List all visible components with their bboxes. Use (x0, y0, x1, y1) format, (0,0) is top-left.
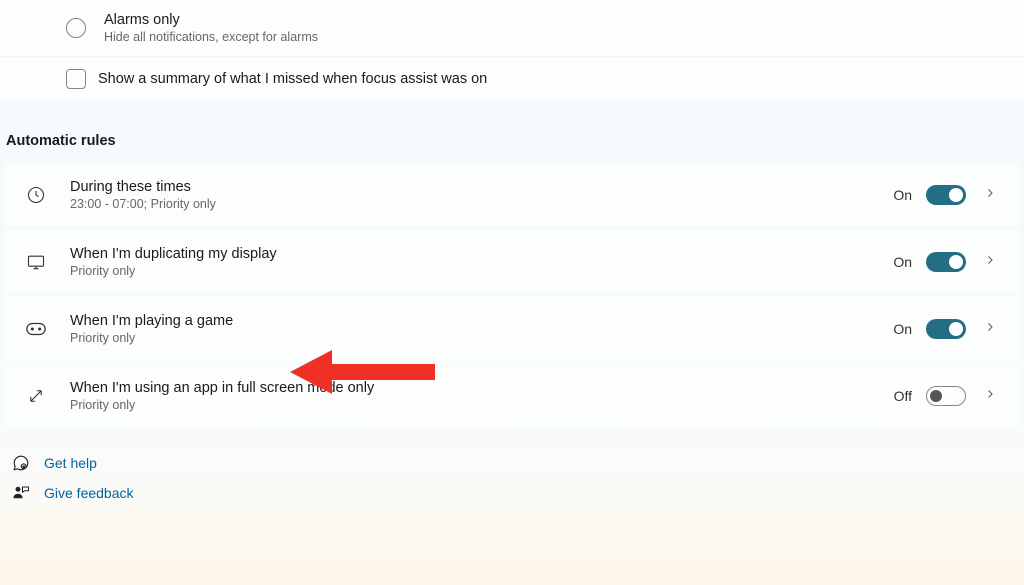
toggle-switch[interactable] (926, 386, 966, 406)
chevron-right-icon[interactable] (980, 253, 1000, 271)
rule-sub: 23:00 - 07:00; Priority only (70, 197, 893, 211)
rule-title: During these times (70, 179, 893, 195)
rule-fullscreen-app[interactable]: When I'm using an app in full screen mod… (4, 364, 1020, 428)
radio-alarms-only[interactable]: Alarms only Hide all notifications, exce… (0, 0, 1024, 57)
toggle-state-label: On (893, 321, 912, 337)
summary-label: Show a summary of what I missed when foc… (98, 71, 487, 87)
rule-text: When I'm using an app in full screen mod… (70, 380, 894, 412)
rule-duplicating-display[interactable]: When I'm duplicating my display Priority… (4, 230, 1020, 294)
rule-sub: Priority only (70, 264, 893, 278)
rule-text: During these times 23:00 - 07:00; Priori… (70, 179, 893, 211)
alarms-desc: Hide all notifications, except for alarm… (104, 30, 318, 44)
monitor-icon (24, 250, 48, 274)
help-label: Get help (44, 455, 97, 471)
give-feedback-link[interactable]: Give feedback (12, 484, 1024, 502)
toggle-switch[interactable] (926, 319, 966, 339)
radio-icon (66, 18, 86, 38)
checkbox-summary-row[interactable]: Show a summary of what I missed when foc… (0, 57, 1024, 101)
expand-icon (24, 384, 48, 408)
chevron-right-icon[interactable] (980, 186, 1000, 204)
checkbox-icon (66, 69, 86, 89)
toggle-switch[interactable] (926, 185, 966, 205)
rule-sub: Priority only (70, 331, 893, 345)
feedback-icon (12, 484, 30, 502)
rule-title: When I'm playing a game (70, 313, 893, 329)
chevron-right-icon[interactable] (980, 387, 1000, 405)
section-header-automatic-rules: Automatic rules (0, 101, 1024, 163)
chevron-right-icon[interactable] (980, 320, 1000, 338)
rule-title: When I'm duplicating my display (70, 246, 893, 262)
toggle-state-label: On (893, 187, 912, 203)
checkbox-text: Show a summary of what I missed when foc… (98, 71, 487, 87)
alarms-title: Alarms only (104, 12, 318, 28)
gamepad-icon (24, 317, 48, 341)
svg-text:?: ? (23, 465, 25, 469)
toggle-switch[interactable] (926, 252, 966, 272)
rule-during-times[interactable]: During these times 23:00 - 07:00; Priori… (4, 163, 1020, 227)
help-icon: ? (12, 454, 30, 472)
rule-title: When I'm using an app in full screen mod… (70, 380, 894, 396)
toggle-state-label: On (893, 254, 912, 270)
toggle-state-label: Off (894, 388, 912, 404)
rule-text: When I'm playing a game Priority only (70, 313, 893, 345)
clock-icon (24, 183, 48, 207)
rule-text: When I'm duplicating my display Priority… (70, 246, 893, 278)
get-help-link[interactable]: ? Get help (12, 454, 1024, 472)
radio-text: Alarms only Hide all notifications, exce… (104, 12, 318, 44)
rule-playing-game[interactable]: When I'm playing a game Priority only On (4, 297, 1020, 361)
rule-sub: Priority only (70, 398, 894, 412)
feedback-label: Give feedback (44, 485, 134, 501)
